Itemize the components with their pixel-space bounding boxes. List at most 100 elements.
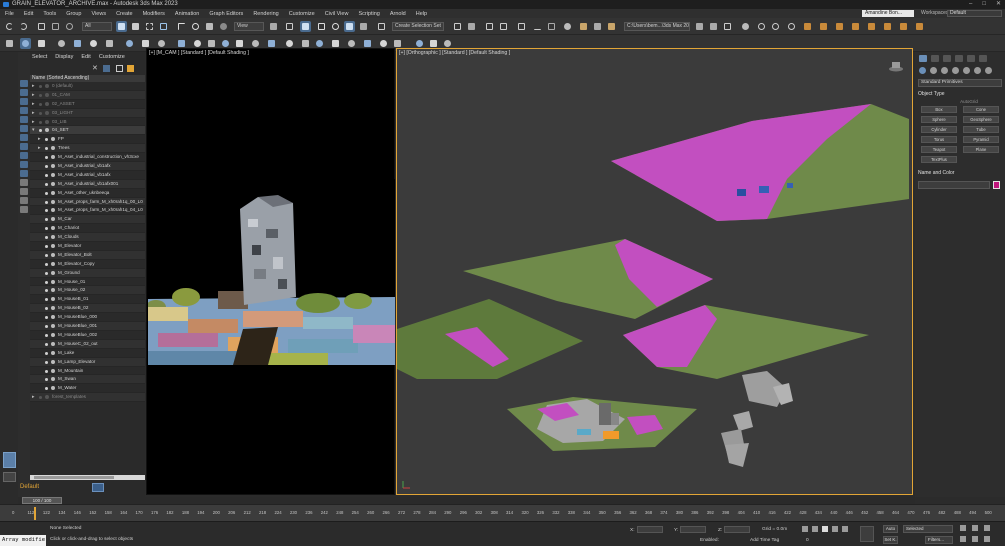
scale-icon[interactable]: [204, 21, 215, 32]
zoom-icon[interactable]: [960, 525, 966, 531]
pan-icon[interactable]: [960, 536, 966, 542]
keyboard-shortcut-override-icon[interactable]: [300, 21, 311, 32]
user-account[interactable]: Amandine Bon...: [862, 10, 914, 17]
edit-named-selection-icon[interactable]: [376, 21, 387, 32]
modeling-icon[interactable]: [124, 38, 135, 49]
object-name-input[interactable]: [918, 181, 990, 189]
viewport-layout-add-icon[interactable]: [3, 472, 16, 482]
visibility-eye-icon[interactable]: [45, 360, 48, 364]
visibility-eye-icon[interactable]: [45, 369, 48, 373]
layer-row[interactable]: ▾ 04_SET: [30, 126, 145, 136]
menu-group[interactable]: Group: [61, 11, 86, 17]
folder-icon[interactable]: [694, 21, 705, 32]
clear-search-icon[interactable]: ✕: [92, 65, 99, 72]
systems-icon[interactable]: [985, 67, 992, 74]
display-spacewarps-icon[interactable]: [20, 134, 28, 141]
enabled-label[interactable]: Enabled:: [700, 538, 719, 543]
custom-tool-8-icon[interactable]: [914, 21, 925, 32]
display-shapes-icon[interactable]: [20, 98, 28, 105]
object-row[interactable]: M_Elevator_Copy: [30, 260, 145, 269]
display-hidden-icon[interactable]: [20, 188, 28, 195]
display-bones-icon[interactable]: [20, 161, 28, 168]
toggle-scene-explorer-icon[interactable]: [484, 21, 495, 32]
create-textplus-button[interactable]: TextPlus: [921, 156, 957, 163]
visibility-eye-icon[interactable]: [45, 298, 48, 302]
menu-animation[interactable]: Animation: [170, 11, 204, 17]
display-containers-icon[interactable]: [20, 170, 28, 177]
layer-row[interactable]: ▸ 02_ASSET: [30, 100, 145, 109]
percent-snap-icon[interactable]: [344, 21, 355, 32]
freeform-icon[interactable]: [88, 38, 99, 49]
explorer-column-header[interactable]: Name (Sorted Ascending): [30, 75, 145, 82]
visibility-eye-icon[interactable]: [45, 227, 48, 231]
visibility-eye-icon[interactable]: [45, 333, 48, 337]
object-row[interactable]: M_HouseBlue_001: [30, 322, 145, 331]
current-frame-marker[interactable]: [34, 507, 36, 520]
object-row[interactable]: M_Lamp_Elevator: [30, 357, 145, 367]
explorer-menu-customize[interactable]: Customize: [99, 54, 125, 60]
select-manipulate-icon[interactable]: [284, 21, 295, 32]
visibility-eye-icon[interactable]: [39, 111, 42, 115]
toggle-ribbon-icon[interactable]: [516, 21, 527, 32]
visibility-eye-icon[interactable]: [39, 129, 42, 133]
layer-row[interactable]: ▸ Trees: [30, 144, 145, 154]
expand-arrow-icon[interactable]: ▸: [38, 135, 41, 144]
selection-filter-dropdown[interactable]: All: [82, 22, 112, 31]
object-row[interactable]: M_Aset_industrial_vb1afx: [30, 162, 145, 171]
object-row[interactable]: M_Aset_industrial_construction_vh3cxe: [30, 153, 145, 163]
cameras-icon[interactable]: [952, 67, 959, 74]
create-cone-button[interactable]: Cone: [963, 106, 999, 113]
render-production-icon[interactable]: [606, 21, 617, 32]
visibility-eye-icon[interactable]: [45, 182, 48, 186]
select-by-name-icon[interactable]: [130, 21, 141, 32]
visibility-eye-icon[interactable]: [45, 325, 48, 329]
place-icon[interactable]: [218, 21, 229, 32]
redo-icon[interactable]: [18, 21, 29, 32]
filter-icon[interactable]: [103, 65, 110, 72]
pin-icon[interactable]: [127, 65, 134, 72]
custom-tool-7-icon[interactable]: [898, 21, 909, 32]
menu-tools[interactable]: Tools: [38, 11, 61, 17]
custom-tool-6-icon[interactable]: [882, 21, 893, 32]
visibility-eye-icon[interactable]: [39, 396, 42, 400]
expand-arrow-icon[interactable]: ▸: [32, 91, 35, 100]
arnold-light-icon[interactable]: [770, 21, 781, 32]
go-to-end-icon[interactable]: [842, 526, 848, 532]
add-time-tag[interactable]: Add Time Tag: [750, 538, 779, 543]
object-row[interactable]: M_Lake: [30, 349, 145, 358]
window-crossing-icon[interactable]: [158, 21, 169, 32]
rotate-icon[interactable]: [190, 21, 201, 32]
move-icon[interactable]: [176, 21, 187, 32]
object-row[interactable]: M_Aset_industrial_vb1afx001: [30, 179, 145, 189]
undo-icon[interactable]: [4, 21, 15, 32]
object-row[interactable]: M_Mountain: [30, 367, 145, 376]
pivot-icon[interactable]: [268, 21, 279, 32]
display-cameras-icon[interactable]: [20, 116, 28, 123]
object-row[interactable]: M_Aset_props_farm_M_xh0rah1q_04_L0: [30, 206, 145, 216]
object-row[interactable]: M_Elevator: [30, 242, 145, 251]
lock-icon[interactable]: [116, 65, 123, 72]
visibility-eye-icon[interactable]: [45, 138, 48, 142]
visibility-eye-icon[interactable]: [45, 156, 48, 160]
create-tab-icon[interactable]: [919, 55, 927, 62]
menu-customize[interactable]: Customize: [284, 11, 320, 17]
toggle-layer-explorer-icon[interactable]: [498, 21, 509, 32]
utilities-tab-icon[interactable]: [979, 55, 987, 62]
menu-scripting[interactable]: Scripting: [353, 11, 384, 17]
align-icon[interactable]: [466, 21, 477, 32]
display-geometry-icon[interactable]: [20, 89, 28, 96]
scrollbar-thumb[interactable]: [34, 476, 114, 479]
y-field[interactable]: [680, 526, 707, 533]
layer-row[interactable]: ▸ 0 (default): [30, 82, 145, 91]
layer-mode-icon[interactable]: [92, 483, 104, 492]
visibility-eye-icon[interactable]: [45, 271, 48, 275]
visibility-eye-icon[interactable]: [45, 387, 48, 391]
expand-arrow-icon[interactable]: ▸: [32, 82, 35, 91]
object-row[interactable]: M_House_02: [30, 286, 145, 296]
visibility-eye-icon[interactable]: [45, 191, 48, 195]
object-color-swatch[interactable]: [993, 181, 1000, 189]
project-path-field[interactable]: C:\Users\bem...\3ds Max 202: [624, 22, 690, 31]
visibility-eye-icon[interactable]: [45, 262, 48, 266]
create-box-button[interactable]: Box: [921, 106, 957, 113]
set-key-button[interactable]: Set K.: [883, 536, 898, 544]
